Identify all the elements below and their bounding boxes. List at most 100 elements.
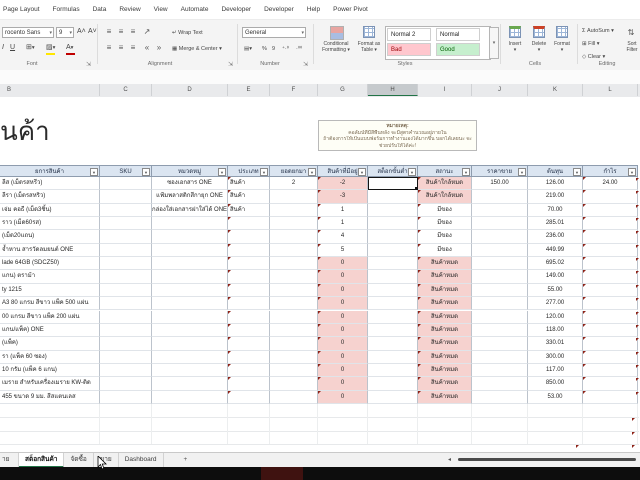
table-cell[interactable] (368, 297, 418, 310)
table-cell[interactable] (100, 217, 152, 230)
table-cell[interactable] (228, 297, 270, 310)
table-cell[interactable] (100, 204, 152, 217)
table-cell[interactable]: 0 (318, 270, 368, 283)
filter-dropdown-icon[interactable]: ▼ (628, 168, 636, 176)
table-cell[interactable] (270, 337, 318, 350)
table-cell[interactable]: มีของ (418, 217, 472, 230)
table-cell[interactable] (583, 297, 638, 310)
hscroll-thumb[interactable] (458, 458, 636, 461)
sheet-tab-สต็อกสินค้า[interactable]: สต็อกสินค้า (19, 453, 64, 468)
decrease-font-icon[interactable]: A˅ (88, 27, 97, 37)
table-cell[interactable]: lade 64GB (SDCZ50) (0, 257, 100, 270)
table-cell[interactable] (228, 364, 270, 377)
table-cell[interactable]: 53.00 (528, 391, 583, 404)
chevron-down-icon[interactable]: ▾ (49, 28, 52, 38)
number-dialog-launcher-icon[interactable]: ⇲ (303, 61, 311, 69)
table-cell[interactable]: สินค้าหมด (418, 297, 472, 310)
table-cell[interactable] (368, 230, 418, 243)
format-as-table-icon[interactable] (363, 26, 375, 38)
table-cell[interactable]: 120.00 (528, 311, 583, 324)
table-header-6[interactable]: สต็อกขั้นต่ำ▼ (368, 165, 418, 177)
table-cell[interactable] (583, 337, 638, 350)
table-cell[interactable] (472, 270, 528, 283)
table-cell[interactable] (270, 324, 318, 337)
table-cell[interactable]: 0 (318, 391, 368, 404)
table-cell[interactable]: สินค้าหมด (418, 311, 472, 324)
table-cell[interactable] (472, 377, 528, 390)
table-cell[interactable]: 55.00 (528, 284, 583, 297)
table-cell[interactable] (100, 177, 152, 190)
font-color-icon[interactable]: A▾ (66, 43, 73, 53)
table-cell[interactable] (228, 351, 270, 364)
table-cell[interactable]: 695.02 (528, 257, 583, 270)
table-cell[interactable] (100, 284, 152, 297)
table-cell[interactable] (368, 324, 418, 337)
chevron-down-icon[interactable]: ▾ (69, 28, 72, 38)
table-cell[interactable] (100, 324, 152, 337)
align-middle-icon[interactable]: ≡ (116, 27, 126, 36)
table-cell[interactable] (583, 230, 638, 243)
insert-cells-icon[interactable] (509, 26, 521, 38)
menu-tab-power-pivot-9[interactable]: Power Pivot (333, 6, 368, 13)
font-name-combo[interactable]: rocento Sans▾ (2, 27, 54, 38)
sheet-tab-partial[interactable]: าย (0, 453, 19, 468)
table-cell[interactable] (368, 204, 418, 217)
table-cell[interactable]: 277.00 (528, 297, 583, 310)
table-cell[interactable]: 2 (270, 177, 318, 190)
italic-button[interactable]: I (2, 43, 4, 53)
chevron-down-icon[interactable]: ▾ (301, 28, 304, 38)
table-cell[interactable]: เจ่ม คอธี (เม็ด3ชิ้น) (0, 204, 100, 217)
table-cell[interactable] (100, 244, 152, 257)
table-cell[interactable] (100, 257, 152, 270)
table-cell[interactable] (472, 364, 528, 377)
table-cell[interactable]: 0 (318, 351, 368, 364)
style-normal[interactable]: Normal (436, 28, 480, 41)
column-header-I[interactable]: I (418, 84, 472, 96)
column-header-G[interactable]: G (318, 84, 368, 96)
table-cell[interactable]: สินค้าหมด (418, 257, 472, 270)
table-cell[interactable]: 0 (318, 364, 368, 377)
table-cell[interactable] (100, 337, 152, 350)
table-cell[interactable] (472, 230, 528, 243)
table-cell[interactable]: 449.99 (528, 244, 583, 257)
table-cell[interactable] (472, 337, 528, 350)
table-cell[interactable] (270, 217, 318, 230)
table-cell[interactable]: แกน/แพ็ค) ONE (0, 324, 100, 337)
table-cell[interactable]: 0 (318, 324, 368, 337)
table-cell[interactable] (152, 257, 228, 270)
table-cell[interactable]: สินค้า (228, 190, 270, 203)
align-bottom-icon[interactable]: ≡ (128, 27, 138, 36)
table-cell[interactable] (583, 257, 638, 270)
menu-tab-page-layout[interactable]: Page Layout (3, 6, 40, 13)
table-cell[interactable] (270, 230, 318, 243)
column-header-D[interactable]: D (152, 84, 228, 96)
table-cell[interactable]: สินค้าหมด (418, 377, 472, 390)
table-cell[interactable]: 850.00 (528, 377, 583, 390)
table-cell[interactable] (472, 257, 528, 270)
table-cell[interactable]: 117.00 (528, 364, 583, 377)
table-cell[interactable] (583, 324, 638, 337)
table-cell[interactable]: สินค้าหมด (418, 351, 472, 364)
table-cell[interactable] (368, 190, 418, 203)
table-cell[interactable] (152, 230, 228, 243)
table-cell[interactable]: 00 แกรม สีขาว แพ็ค 200 แผ่น (0, 311, 100, 324)
align-left-icon[interactable]: ≡ (104, 43, 114, 52)
table-cell[interactable] (583, 204, 638, 217)
sort-filter-button[interactable]: SortFilter (618, 41, 640, 53)
column-header-F[interactable]: F (270, 84, 318, 96)
table-cell[interactable] (472, 351, 528, 364)
table-cell[interactable]: สินค้าหมด (418, 284, 472, 297)
table-cell[interactable]: 330.01 (528, 337, 583, 350)
merge-center-button[interactable]: ▦ Merge & Center ▾ (172, 44, 222, 54)
table-cell[interactable]: 0 (318, 297, 368, 310)
fill-button[interactable]: ⊞ Fill ▾ (582, 39, 599, 49)
filter-dropdown-icon[interactable]: ▼ (260, 168, 268, 176)
table-cell[interactable]: -3 (318, 190, 368, 203)
table-cell[interactable] (100, 190, 152, 203)
menu-tab-review[interactable]: Review (119, 6, 140, 13)
table-cell[interactable]: 149.00 (528, 270, 583, 283)
table-cell[interactable] (270, 190, 318, 203)
filter-dropdown-icon[interactable]: ▼ (218, 168, 226, 176)
table-cell[interactable]: มีของ (418, 204, 472, 217)
table-cell[interactable] (152, 377, 228, 390)
